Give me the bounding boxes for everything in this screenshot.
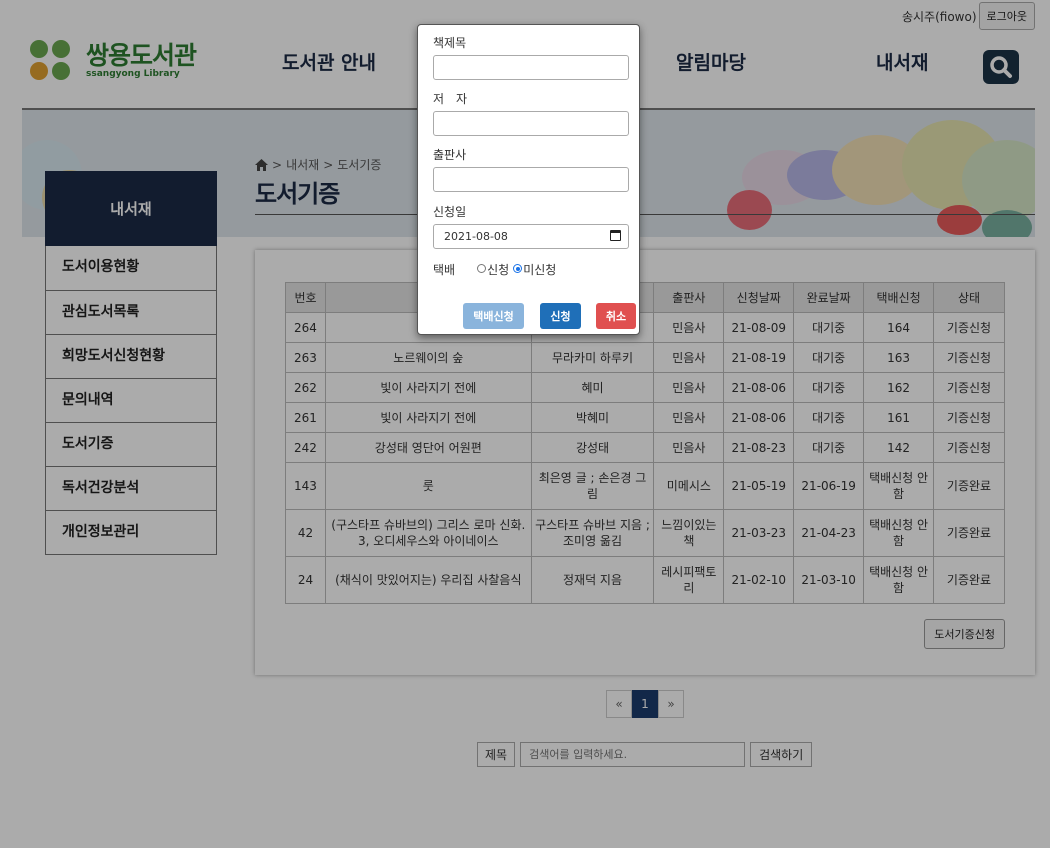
delivery-request-button[interactable]: 택배신청 [463,303,524,329]
request-date-input[interactable]: 2021-08-08 [433,224,629,249]
author-input[interactable] [433,111,629,136]
publisher-input[interactable] [433,167,629,192]
cancel-button[interactable]: 취소 [596,303,636,329]
delivery-label: 택배 [433,263,456,277]
delivery-radio-none[interactable] [513,264,523,273]
book-title-label: 책제목 [433,36,467,50]
donation-modal: 책제목 저 자 출판사 신청일 2021-08-08 택배 신청 미신청 택배신… [417,24,640,335]
request-date-label: 신청일 [433,205,467,219]
request-date-value: 2021-08-08 [444,230,508,243]
calendar-icon[interactable] [610,230,621,241]
book-title-input[interactable] [433,55,629,80]
delivery-option-none-label: 미신청 [523,263,557,277]
delivery-option-apply-label: 신청 [487,263,510,277]
delivery-radio-apply[interactable] [477,264,487,273]
submit-button[interactable]: 신청 [540,303,581,329]
delivery-option-group: 택배 신청 미신청 [433,261,556,278]
publisher-label: 출판사 [433,148,467,162]
author-label: 저 자 [433,92,468,106]
